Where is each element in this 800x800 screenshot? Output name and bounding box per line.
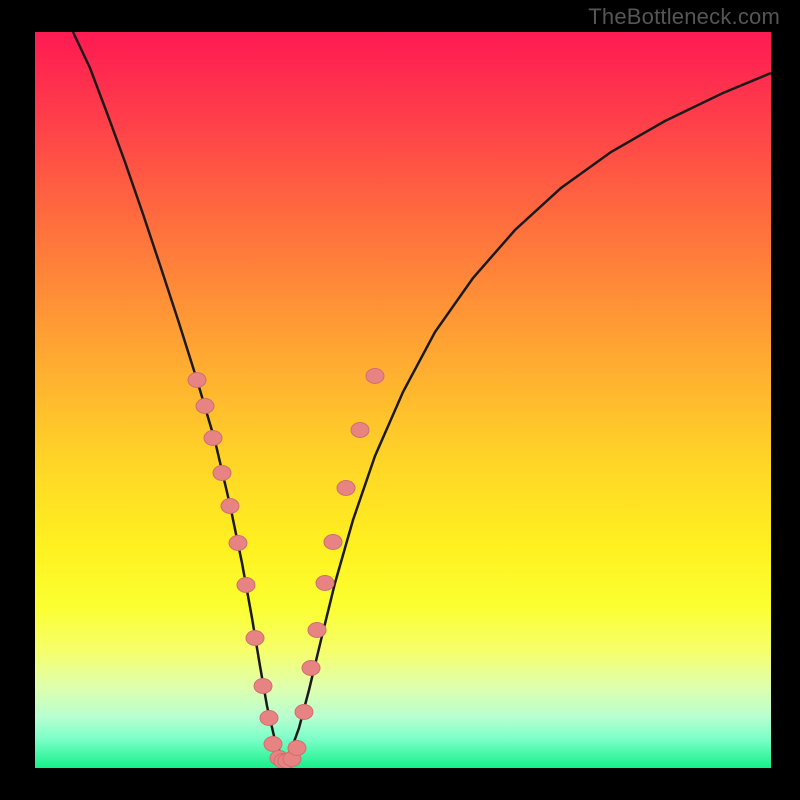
data-dot: [221, 499, 239, 514]
data-dot: [254, 679, 272, 694]
curve-right: [283, 73, 771, 761]
data-dot: [237, 578, 255, 593]
data-dot: [337, 481, 355, 496]
data-dot: [324, 535, 342, 550]
curve-left: [73, 32, 283, 761]
data-dot: [288, 741, 306, 756]
chart-frame: TheBottleneck.com: [0, 0, 800, 800]
data-dot: [316, 576, 334, 591]
data-dot: [229, 536, 247, 551]
data-dot: [260, 711, 278, 726]
data-dot: [213, 466, 231, 481]
data-dot: [188, 373, 206, 388]
data-dot: [308, 623, 326, 638]
curve-layer: [35, 32, 771, 768]
data-dots: [188, 369, 384, 769]
watermark-text: TheBottleneck.com: [588, 4, 780, 30]
data-dot: [204, 431, 222, 446]
data-dot: [351, 423, 369, 438]
data-dot: [302, 661, 320, 676]
plot-area: [35, 32, 771, 768]
data-dot: [196, 399, 214, 414]
data-dot: [246, 631, 264, 646]
data-dot: [264, 737, 282, 752]
data-dot: [295, 705, 313, 720]
data-dot: [366, 369, 384, 384]
